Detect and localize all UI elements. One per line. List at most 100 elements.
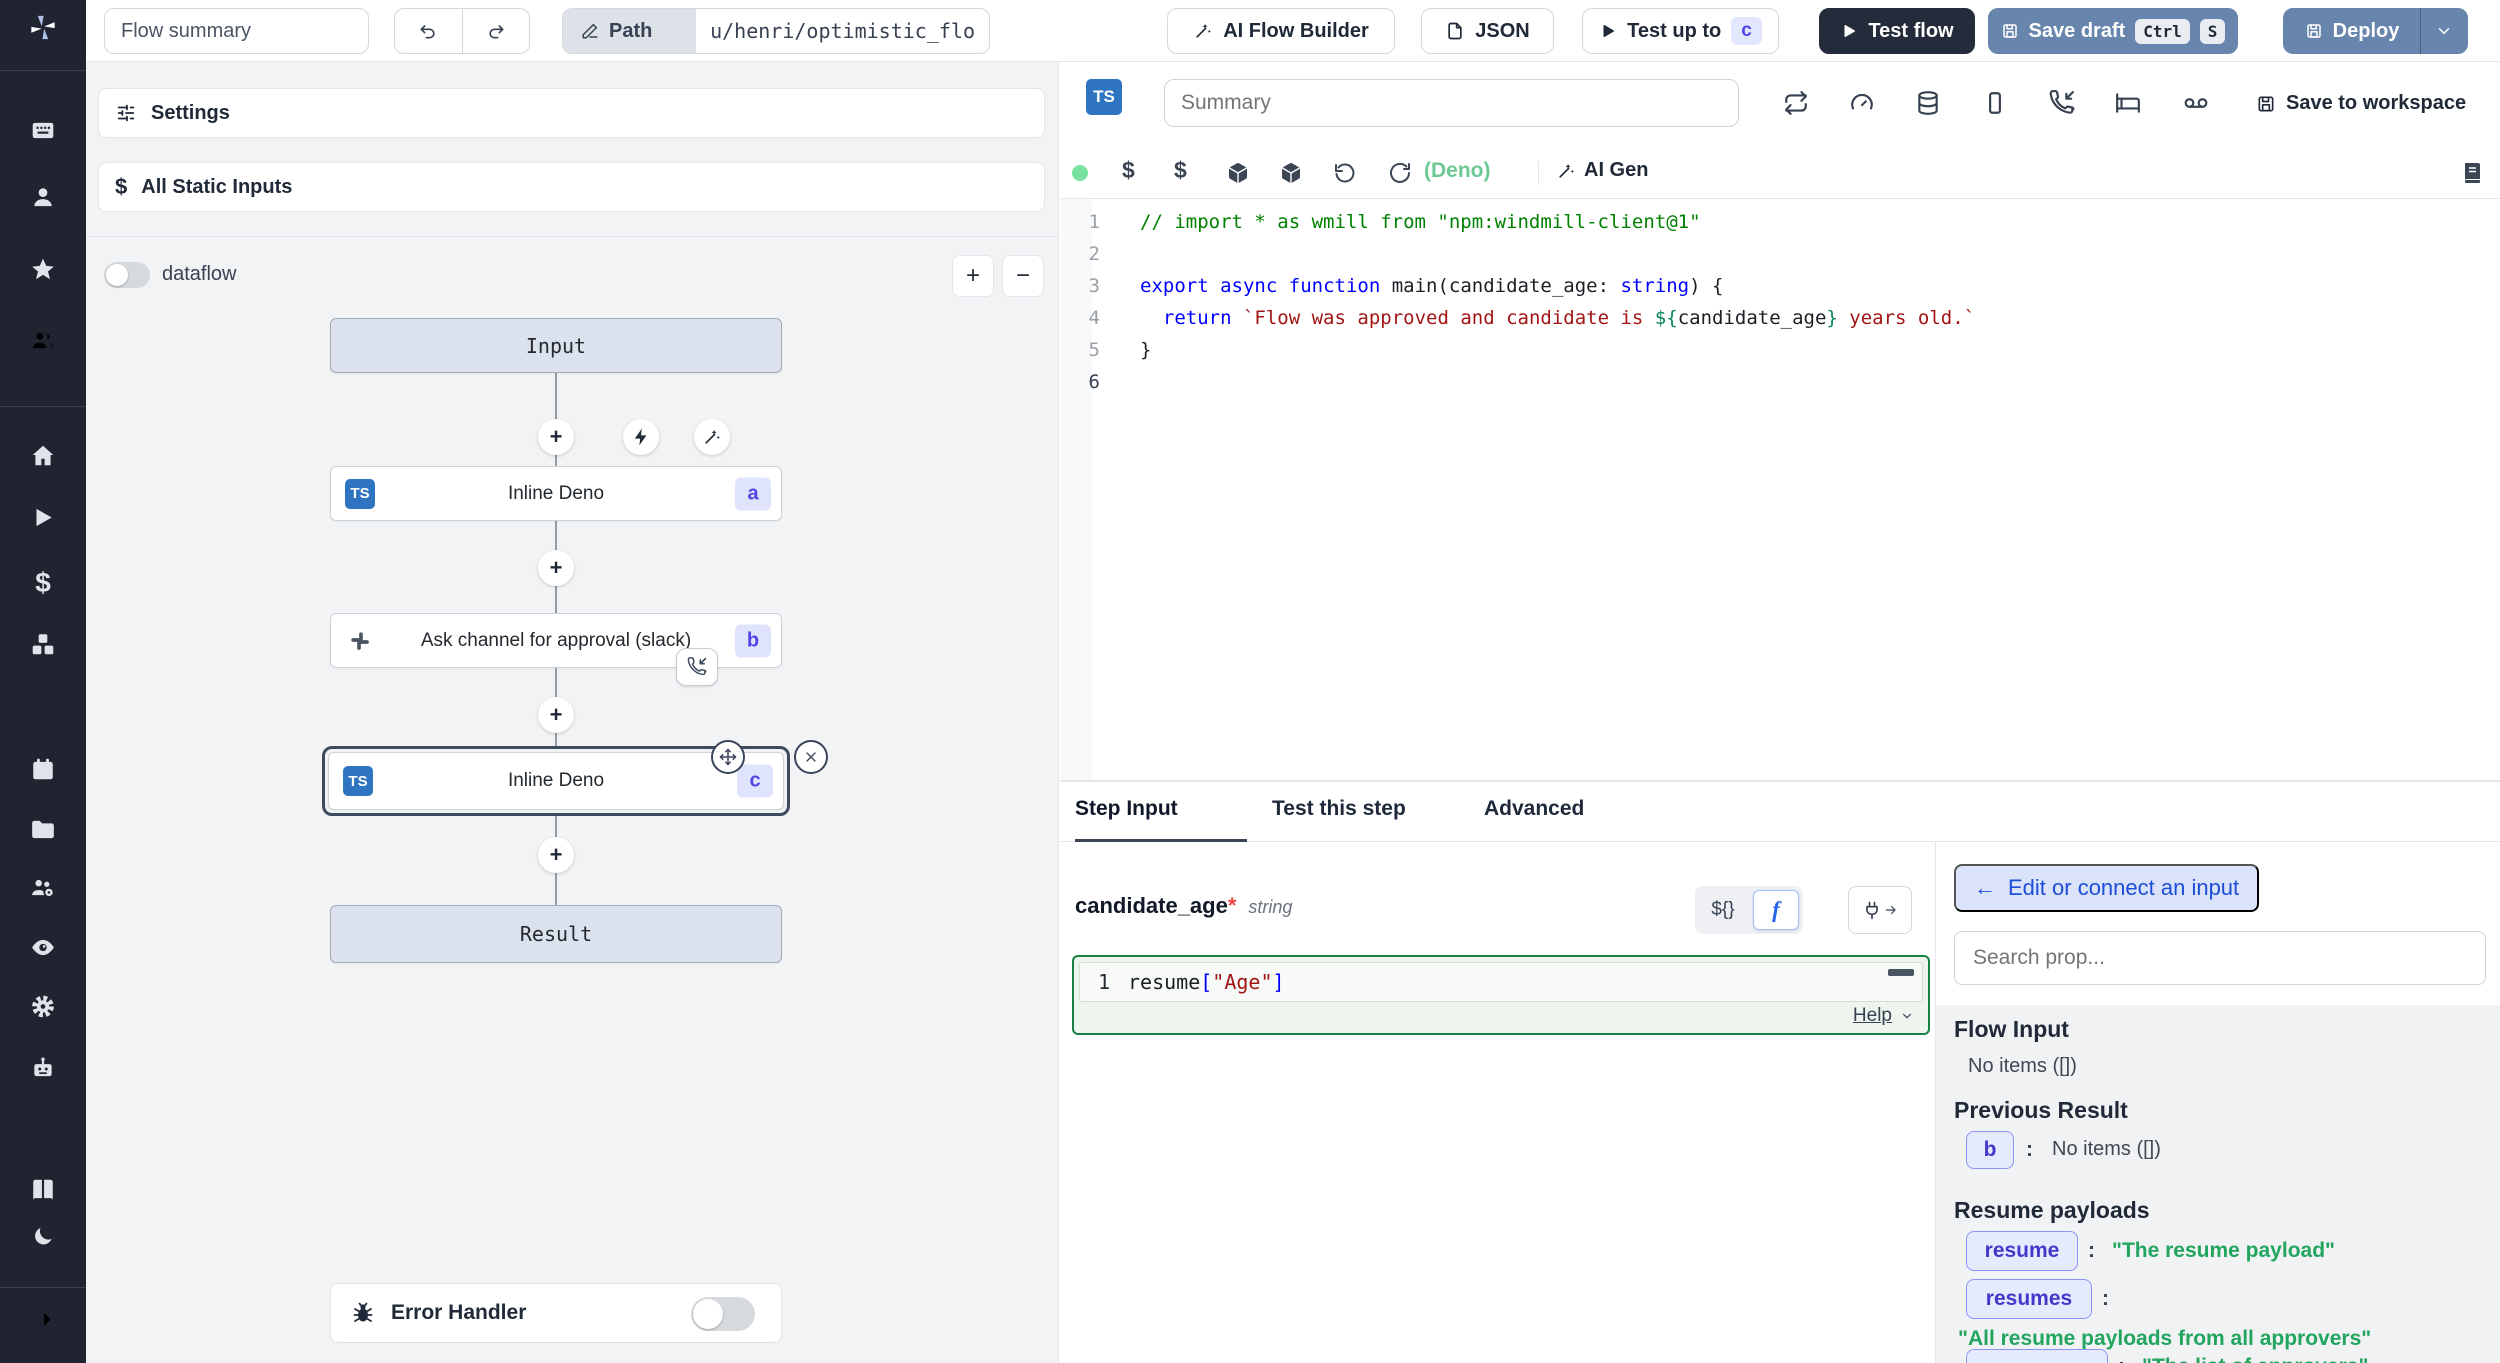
resource-dollar-icon[interactable]: $ xyxy=(1174,157,1187,184)
tab-step-input[interactable]: Step Input xyxy=(1075,797,1178,821)
error-handler-toggle[interactable] xyxy=(691,1297,755,1331)
history-undo-icon[interactable] xyxy=(1333,161,1357,185)
sleep-bed-icon[interactable] xyxy=(2115,90,2141,116)
package-cube-icon[interactable] xyxy=(1226,161,1250,185)
resources-cubes-icon[interactable] xyxy=(30,632,56,663)
expression-editor[interactable]: 1 resume["Age"] Help xyxy=(1072,955,1930,1035)
json-button[interactable]: JSON xyxy=(1421,8,1554,54)
audit-eye-icon[interactable] xyxy=(30,935,56,966)
test-up-to-step-badge: c xyxy=(1731,17,1762,45)
help-link[interactable]: Help xyxy=(1853,1005,1914,1027)
step-id-badge: b xyxy=(735,624,771,657)
schedules-calendar-icon[interactable] xyxy=(30,757,56,788)
undo-button[interactable] xyxy=(395,9,463,53)
redo-button[interactable] xyxy=(463,9,530,53)
save-icon xyxy=(2001,22,2019,40)
static-mode-button[interactable]: ${} xyxy=(1695,899,1751,921)
prop-chip-resume[interactable]: resume xyxy=(1966,1231,2078,1271)
save-to-workspace-button[interactable]: Save to workspace xyxy=(2256,92,2466,115)
delete-node-button[interactable] xyxy=(794,740,828,774)
dataflow-toggle[interactable] xyxy=(104,262,150,288)
path-field[interactable]: Path u/henri/optimistic_flo xyxy=(562,8,990,54)
tab-advanced[interactable]: Advanced xyxy=(1484,797,1584,821)
all-static-inputs-bar[interactable]: $ All Static Inputs xyxy=(98,162,1045,212)
zoom-in-button[interactable]: + xyxy=(952,255,994,297)
deploy-dropdown-button[interactable] xyxy=(2421,22,2467,40)
typescript-icon: TS xyxy=(345,479,375,509)
folders-icon[interactable] xyxy=(30,817,56,848)
user-icon[interactable] xyxy=(30,185,56,216)
add-step-button[interactable]: + xyxy=(538,837,574,873)
trigger-bolt-button[interactable] xyxy=(623,419,659,455)
suspend-phone-incoming-icon[interactable] xyxy=(2049,90,2075,116)
windmill-logo-icon[interactable] xyxy=(29,14,57,47)
expr-scrollbar[interactable] xyxy=(1888,969,1914,976)
kbd-s: S xyxy=(2200,19,2226,44)
edit-or-connect-button[interactable]: ← Edit or connect an input xyxy=(1954,864,2259,912)
mock-rect-icon[interactable] xyxy=(1982,90,2008,116)
path-value[interactable]: u/henri/optimistic_flo xyxy=(696,9,989,53)
test-flow-button[interactable]: Test flow xyxy=(1819,8,1975,54)
undo-redo-group xyxy=(394,8,530,54)
add-step-button[interactable]: + xyxy=(538,419,574,455)
connect-input-plug-button[interactable] xyxy=(1848,886,1912,934)
sidebar-divider xyxy=(0,70,86,71)
flow-node-input[interactable]: Input xyxy=(330,318,782,373)
add-step-button[interactable]: + xyxy=(538,697,574,733)
javascript-mode-button[interactable]: f xyxy=(1753,890,1799,930)
slack-icon xyxy=(347,628,373,654)
lifetime-voicemail-icon[interactable] xyxy=(2183,90,2209,116)
search-prop-input[interactable] xyxy=(1954,931,2486,985)
field-name: candidate_age xyxy=(1075,893,1228,918)
flow-node-a[interactable]: TS Inline Deno a xyxy=(330,466,782,521)
cache-database-icon[interactable] xyxy=(1915,90,1941,116)
early-stop-gauge-icon[interactable] xyxy=(1849,90,1875,116)
ai-robot-icon[interactable] xyxy=(30,1056,56,1087)
variables-dollar-icon[interactable]: $ xyxy=(35,567,51,599)
deno-label[interactable]: (Deno) xyxy=(1424,159,1491,183)
home-icon[interactable] xyxy=(30,443,56,474)
input-mode-toggle-group: ${} f xyxy=(1695,886,1803,934)
typescript-icon: TS xyxy=(343,766,373,796)
collapse-sidebar-arrow-icon[interactable] xyxy=(30,1307,56,1338)
step-tabbar: Step Input Test this step Advanced xyxy=(1060,782,2500,842)
move-node-button[interactable] xyxy=(711,740,745,774)
variable-dollar-icon[interactable]: $ xyxy=(1122,157,1135,184)
ai-gen-button[interactable]: AI Gen xyxy=(1556,159,1648,182)
tab-test-this-step[interactable]: Test this step xyxy=(1272,797,1406,821)
prop-chip-b[interactable]: b xyxy=(1966,1131,2014,1169)
prop-chip-approvers[interactable]: approvers xyxy=(1966,1349,2108,1363)
suspend-phone-incoming-icon[interactable] xyxy=(676,648,718,686)
prop-chip-resumes[interactable]: resumes xyxy=(1966,1279,2092,1319)
flow-summary-input[interactable] xyxy=(104,8,369,54)
docs-book-icon[interactable] xyxy=(30,1177,56,1208)
workers-group-icon[interactable] xyxy=(30,875,56,906)
reload-refresh-icon[interactable] xyxy=(1388,161,1412,185)
runs-play-icon[interactable] xyxy=(30,505,56,536)
ai-flow-builder-button[interactable]: AI Flow Builder xyxy=(1167,8,1395,54)
dark-mode-moon-icon[interactable] xyxy=(31,1225,55,1254)
step-summary-input[interactable] xyxy=(1164,79,1739,127)
settings-bar[interactable]: Settings xyxy=(98,88,1045,138)
zoom-out-button[interactable]: − xyxy=(1002,255,1044,297)
add-step-button[interactable]: + xyxy=(538,550,574,586)
step-editor-panel: TS Save to workspace $ $ (Deno) AI Gen 1… xyxy=(1060,62,2500,1363)
flow-node-result[interactable]: Result xyxy=(330,905,782,963)
colon: : xyxy=(2102,1287,2109,1311)
library-book-icon[interactable] xyxy=(2460,161,2484,185)
expr-code: resume["Age"] xyxy=(1128,970,1285,994)
save-draft-button[interactable]: Save draft Ctrl S xyxy=(1988,8,2238,54)
package-cube-icon[interactable] xyxy=(1279,161,1303,185)
settings-gear-icon[interactable] xyxy=(30,994,56,1025)
error-handler-bar[interactable]: Error Handler xyxy=(330,1283,782,1343)
code-editor[interactable]: 1// import * as wmill from "npm:windmill… xyxy=(1060,206,2490,398)
groups-icon[interactable] xyxy=(30,328,56,359)
ai-wand-button[interactable] xyxy=(694,419,730,455)
favorites-star-icon[interactable] xyxy=(30,257,56,288)
apps-icon[interactable] xyxy=(30,118,56,149)
step-id-badge: a xyxy=(735,477,771,510)
test-up-to-button[interactable]: Test up to c xyxy=(1582,8,1779,54)
pencil-icon xyxy=(581,22,599,40)
deploy-button[interactable]: Deploy xyxy=(2283,8,2468,54)
retries-repeat-icon[interactable] xyxy=(1783,90,1809,116)
